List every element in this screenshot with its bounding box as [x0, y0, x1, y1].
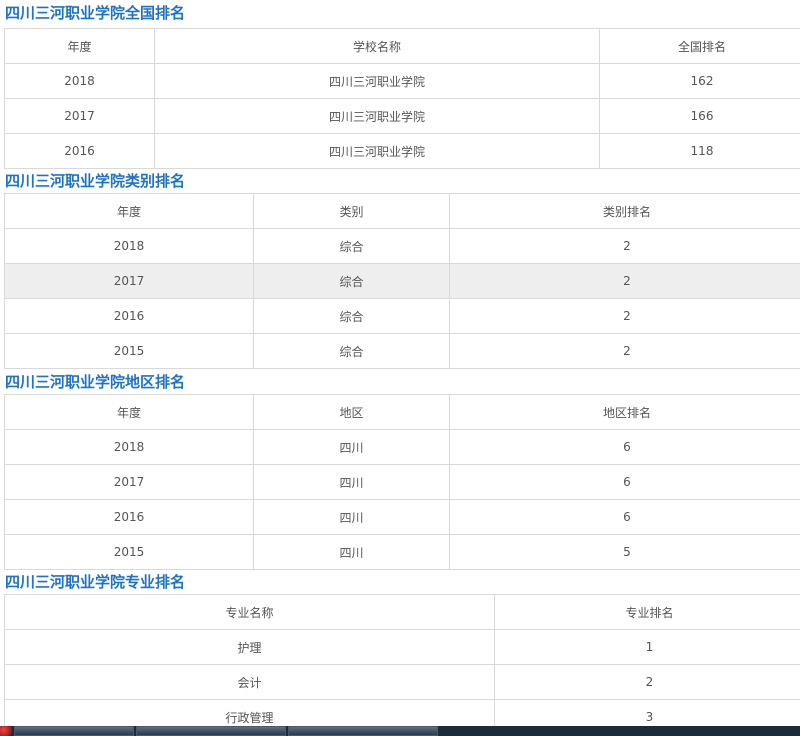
table-row: 2018 四川 6	[4, 429, 800, 465]
header-category-rank: 类别排名	[449, 193, 800, 229]
cell-school-name: 四川三河职业学院	[154, 133, 600, 169]
cell-major-name: 护理	[4, 629, 495, 665]
cell-year: 2018	[4, 429, 254, 465]
taskbar-button[interactable]	[288, 726, 438, 736]
table-row: 2015 综合 2	[4, 333, 800, 369]
cell-rank: 166	[599, 98, 800, 134]
national-ranking-title: 四川三河职业学院全国排名	[5, 4, 186, 22]
header-year: 年度	[4, 28, 155, 64]
table-row: 会计 2	[4, 664, 800, 700]
cell-region: 四川	[253, 429, 450, 465]
table-row: 2017 综合 2	[4, 263, 800, 299]
cell-year: 2018	[4, 63, 155, 99]
cell-year: 2017	[4, 98, 155, 134]
cell-rank: 1	[494, 629, 800, 665]
cell-rank: 2	[449, 298, 800, 334]
header-region-rank: 地区排名	[449, 394, 800, 430]
cell-year: 2017	[4, 263, 254, 299]
major-ranking-title: 四川三河职业学院专业排名	[5, 573, 186, 591]
category-ranking-title: 四川三河职业学院类别排名	[5, 172, 186, 190]
start-orb-icon[interactable]	[0, 726, 12, 736]
taskbar-button[interactable]	[136, 726, 286, 736]
category-ranking-table: 年度 类别 类别排名 2018 综合 2 2017 综合 2 2016 综合 2…	[4, 193, 800, 369]
table-row: 2016 综合 2	[4, 298, 800, 334]
header-major-name: 专业名称	[4, 594, 495, 630]
cell-rank: 2	[449, 333, 800, 369]
cell-rank: 6	[449, 464, 800, 500]
region-ranking-title: 四川三河职业学院地区排名	[5, 373, 186, 391]
region-ranking-table: 年度 地区 地区排名 2018 四川 6 2017 四川 6 2016 四川 6…	[4, 394, 800, 570]
major-ranking-section: 四川三河职业学院专业排名	[0, 569, 800, 596]
header-national-rank: 全国排名	[599, 28, 800, 64]
cell-rank: 2	[494, 664, 800, 700]
cell-year: 2018	[4, 228, 254, 264]
cell-year: 2016	[4, 298, 254, 334]
taskbar	[0, 726, 800, 736]
cell-year: 2017	[4, 464, 254, 500]
header-year: 年度	[4, 193, 254, 229]
table-row: 2016 四川 6	[4, 499, 800, 535]
table-row: 2018 四川三河职业学院 162	[4, 63, 800, 99]
cell-category: 综合	[253, 298, 450, 334]
cell-rank: 6	[449, 499, 800, 535]
cell-rank: 2	[449, 228, 800, 264]
category-ranking-section: 四川三河职业学院类别排名	[0, 168, 800, 195]
table-row: 护理 1	[4, 629, 800, 665]
cell-rank: 2	[449, 263, 800, 299]
cell-major-name: 会计	[4, 664, 495, 700]
table-header-row: 年度 类别 类别排名	[4, 193, 800, 229]
national-ranking-table: 年度 学校名称 全国排名 2018 四川三河职业学院 162 2017 四川三河…	[4, 28, 800, 169]
cell-category: 综合	[253, 333, 450, 369]
header-year: 年度	[4, 394, 254, 430]
cell-region: 四川	[253, 464, 450, 500]
cell-rank: 118	[599, 133, 800, 169]
cell-year: 2015	[4, 534, 254, 570]
header-major-rank: 专业排名	[494, 594, 800, 630]
cell-year: 2016	[4, 499, 254, 535]
table-row: 2018 综合 2	[4, 228, 800, 264]
table-row: 2015 四川 5	[4, 534, 800, 570]
cell-school-name: 四川三河职业学院	[154, 98, 600, 134]
cell-year: 2015	[4, 333, 254, 369]
table-header-row: 年度 地区 地区排名	[4, 394, 800, 430]
table-row: 2016 四川三河职业学院 118	[4, 133, 800, 169]
national-ranking-section: 四川三河职业学院全国排名	[0, 0, 800, 27]
major-ranking-table: 专业名称 专业排名 护理 1 会计 2 行政管理 3	[4, 594, 800, 735]
header-category: 类别	[253, 193, 450, 229]
table-header-row: 专业名称 专业排名	[4, 594, 800, 630]
header-region: 地区	[253, 394, 450, 430]
cell-category: 综合	[253, 228, 450, 264]
table-row: 2017 四川三河职业学院 166	[4, 98, 800, 134]
cell-school-name: 四川三河职业学院	[154, 63, 600, 99]
table-header-row: 年度 学校名称 全国排名	[4, 28, 800, 64]
region-ranking-section: 四川三河职业学院地区排名	[0, 369, 800, 396]
table-row: 2017 四川 6	[4, 464, 800, 500]
header-school-name: 学校名称	[154, 28, 600, 64]
cell-region: 四川	[253, 499, 450, 535]
cell-category: 综合	[253, 263, 450, 299]
cell-rank: 6	[449, 429, 800, 465]
cell-rank: 5	[449, 534, 800, 570]
cell-year: 2016	[4, 133, 155, 169]
taskbar-button[interactable]	[14, 726, 134, 736]
cell-rank: 162	[599, 63, 800, 99]
cell-region: 四川	[253, 534, 450, 570]
